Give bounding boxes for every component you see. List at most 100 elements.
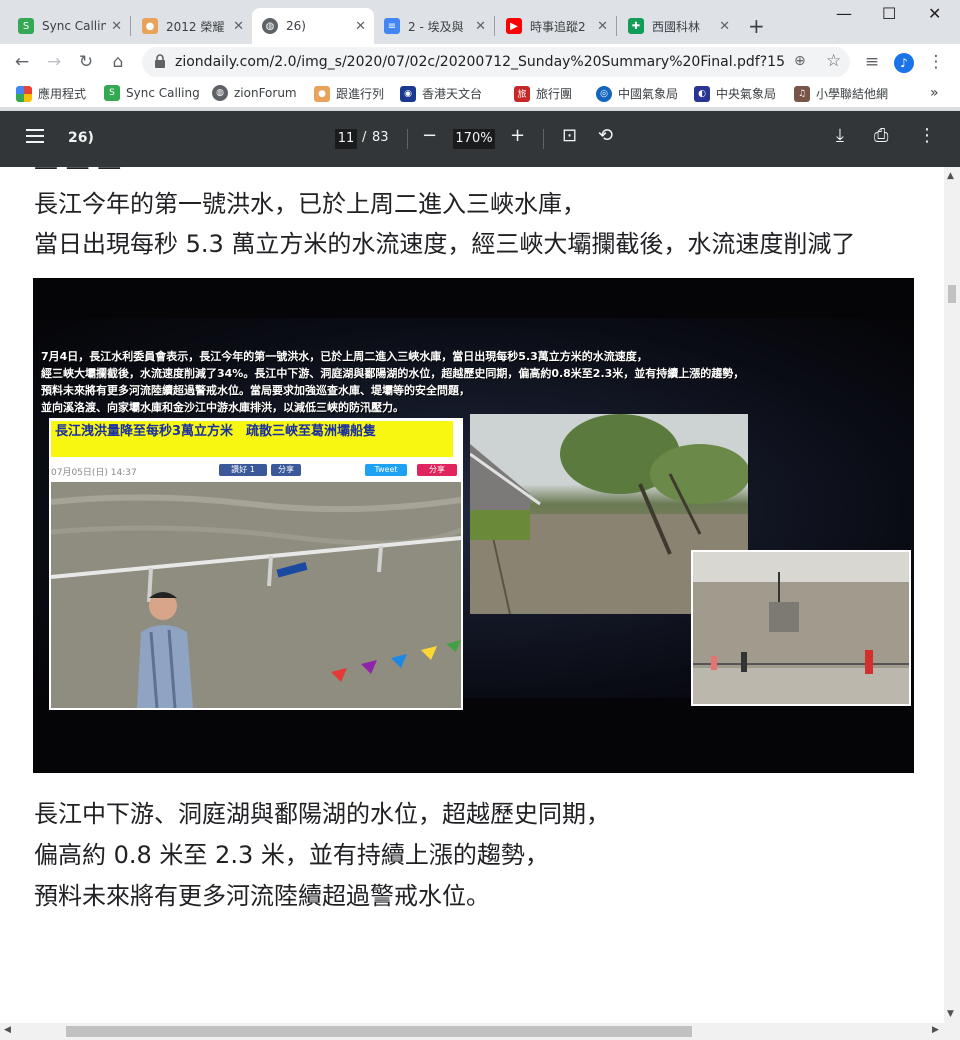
clipped-text-line: — — — [34, 167, 122, 181]
forward-icon[interactable]: → [42, 50, 66, 74]
home-icon[interactable]: ⌂ [106, 50, 130, 74]
bookmark-hko[interactable]: ◉ 香港天文台 [400, 85, 482, 102]
tab-docs[interactable]: ≡ 2 - 埃及與 ✕ [374, 8, 494, 44]
tab-youtube[interactable]: ▶ 時事追蹤2 ✕ [496, 8, 616, 44]
lock-icon [155, 54, 165, 68]
news-headline: 長江洩洪量降至每秒3萬立方米 疏散三峽至葛洲壩船隻 [51, 421, 453, 457]
download-icon[interactable]: ⤓ [836, 125, 844, 146]
media-control-icon[interactable]: ≡ [860, 50, 884, 74]
rotate-icon[interactable]: ⟲ [598, 125, 613, 146]
flood-photo-embankment [691, 550, 911, 706]
scroll-right-icon[interactable]: ▶ [932, 1025, 939, 1035]
tab-divider [494, 16, 495, 36]
text-line-5: 預料未來將有更多河流陸續超過警戒水位。 [34, 882, 490, 910]
close-icon[interactable]: ✕ [355, 19, 366, 34]
cwb-icon: ◐ [694, 85, 710, 102]
tab-label: Sync Calling [42, 19, 106, 33]
page-number-input[interactable]: 11 [335, 129, 357, 149]
cookie-icon: ● [142, 18, 158, 34]
scroll-down-icon[interactable]: ▼ [947, 1009, 954, 1019]
scroll-left-icon[interactable]: ◀ [4, 1025, 11, 1035]
bookmark-follow-up[interactable]: ● 跟進行列 [314, 85, 384, 102]
close-icon[interactable]: ✕ [597, 19, 608, 34]
cma-icon: ◎ [596, 85, 612, 102]
back-icon[interactable]: ← [10, 50, 34, 74]
caption-line: 預料未來將有更多河流陸續超過警戒水位。當局要求加強巡查水庫、堤壩等的安全問題， [41, 384, 470, 397]
zoom-icon[interactable]: ⊕ [794, 53, 806, 69]
bookmark-apps[interactable]: 應用程式 [16, 85, 86, 102]
window-close-icon[interactable]: ✕ [928, 4, 941, 23]
apps-grid-icon [16, 85, 32, 102]
zoom-in-icon[interactable]: + [510, 125, 525, 146]
tab-2012[interactable]: ● 2012 榮耀 ✕ [132, 8, 252, 44]
bookmark-label: 香港天文台 [422, 87, 483, 101]
vertical-scrollbar[interactable]: ▲ ▼ [944, 167, 960, 1023]
toolbar-divider [407, 129, 408, 149]
close-icon[interactable]: ✕ [719, 19, 730, 34]
caption-line: 7月4日，長江水利委員會表示，長江今年的第一號洪水，已於上周二進入三峽水庫，當日… [41, 350, 648, 363]
more-options-icon[interactable]: ⋮ [918, 125, 936, 146]
text-line-4: 偏高約 0.8 米至 2.3 米，並有持續上漲的趨勢， [34, 841, 549, 869]
close-icon[interactable]: ✕ [111, 19, 122, 34]
new-tab-button[interactable]: + [748, 14, 765, 38]
news-clipping: 長江洩洪量降至每秒3萬立方米 疏散三峽至葛洲壩船隻 07月05日(日) 14:3… [49, 418, 463, 710]
page-separator: / [362, 130, 367, 145]
page-total: 83 [372, 130, 389, 145]
tab-sheets[interactable]: ✚ 西國科林 ✕ [618, 8, 738, 44]
reload-icon[interactable]: ↻ [74, 50, 98, 74]
bookmark-label: 跟進行列 [336, 87, 385, 101]
zoom-level-input[interactable]: 170% [453, 129, 495, 149]
globe-icon: ◍ [212, 85, 228, 101]
fit-page-icon[interactable]: ⊡ [562, 125, 577, 146]
tab-label: 2012 榮耀 [166, 19, 225, 34]
flood-railing-illustration [51, 482, 461, 708]
tour-icon: 旅 [514, 85, 530, 102]
embankment-illustration [693, 552, 909, 704]
bookmark-guitar[interactable]: ♫ 小學聯結他網 [794, 85, 888, 102]
caption-line: 經三峽大壩攔截後，水流速度削減了34%。長江中下游、洞庭湖與鄱陽湖的水位，超越歷… [41, 367, 745, 380]
vertical-scroll-thumb[interactable] [948, 285, 956, 303]
sheets-icon: ✚ [628, 18, 644, 34]
horizontal-scroll-thumb[interactable] [66, 1026, 692, 1037]
close-icon[interactable]: ✕ [233, 19, 244, 34]
profile-avatar[interactable]: ♪ [892, 50, 916, 74]
pdf-title: 26) [68, 130, 94, 146]
bookmark-star-icon[interactable]: ☆ [826, 51, 841, 71]
minimize-icon[interactable]: — [836, 4, 852, 23]
bookmarks-overflow-icon[interactable]: » [930, 85, 939, 101]
horizontal-scrollbar[interactable]: ◀ ▶ [0, 1023, 960, 1040]
maximize-icon[interactable]: ☐ [882, 4, 896, 23]
bookmark-sync-calling[interactable]: S Sync Calling [104, 85, 200, 101]
bookmark-label: 中央氣象局 [716, 87, 777, 101]
bookmark-cma[interactable]: ◎ 中國氣象局 [596, 85, 678, 102]
address-bar[interactable]: ziondaily.com/2.0/img_s/2020/07/02c/2020… [142, 47, 850, 77]
close-icon[interactable]: ✕ [475, 19, 486, 34]
zoom-out-icon[interactable]: − [422, 125, 437, 146]
hamburger-menu-icon[interactable] [26, 129, 44, 147]
kebab-menu-icon[interactable]: ⋮ [924, 50, 948, 74]
avatar: ♪ [894, 53, 914, 73]
bookmark-label: 小學聯結他網 [816, 87, 889, 101]
text-line-2: 當日出現每秒 5.3 萬立方米的水流速度，經三峽大壩攔截後，水流速度削減了 [34, 230, 856, 258]
share-badge-2: 分享 [417, 464, 457, 476]
bookmark-tour[interactable]: 旅 旅行團 [514, 85, 572, 102]
figure-caption: 7月4日，長江水利委員會表示，長江今年的第一號洪水，已於上周二進入三峽水庫，當日… [41, 348, 907, 416]
tab-divider [130, 16, 131, 36]
bookmark-cwb[interactable]: ◐ 中央氣象局 [694, 85, 776, 102]
globe-icon: ◍ [262, 18, 278, 34]
toolbar-divider [543, 129, 544, 149]
tab-label: 26) [286, 19, 306, 33]
scroll-up-icon[interactable]: ▲ [947, 171, 954, 181]
bookmark-label: 中國氣象局 [618, 87, 679, 101]
tab-label: 時事追蹤2 [530, 19, 586, 34]
browser-toolbar: ← → ↻ ⌂ ziondaily.com/2.0/img_s/2020/07/… [0, 44, 960, 80]
tab-label: 2 - 埃及與 [408, 19, 464, 34]
bookmark-label: zionForum [234, 86, 297, 100]
bookmark-zionforum[interactable]: ◍ zionForum [212, 85, 297, 101]
docs-icon: ≡ [384, 18, 400, 34]
print-icon[interactable]: ⎙ [874, 125, 888, 146]
tab-sync-calling[interactable]: S Sync Calling ✕ [8, 8, 130, 44]
pdf-toolbar: 26) 11 / 83 − 170% + ⊡ ⟲ ⤓ ⎙ ⋮ [0, 111, 960, 167]
guitar-icon: ♫ [794, 85, 810, 102]
tab-active-pdf[interactable]: ◍ 26) ✕ [252, 8, 374, 44]
